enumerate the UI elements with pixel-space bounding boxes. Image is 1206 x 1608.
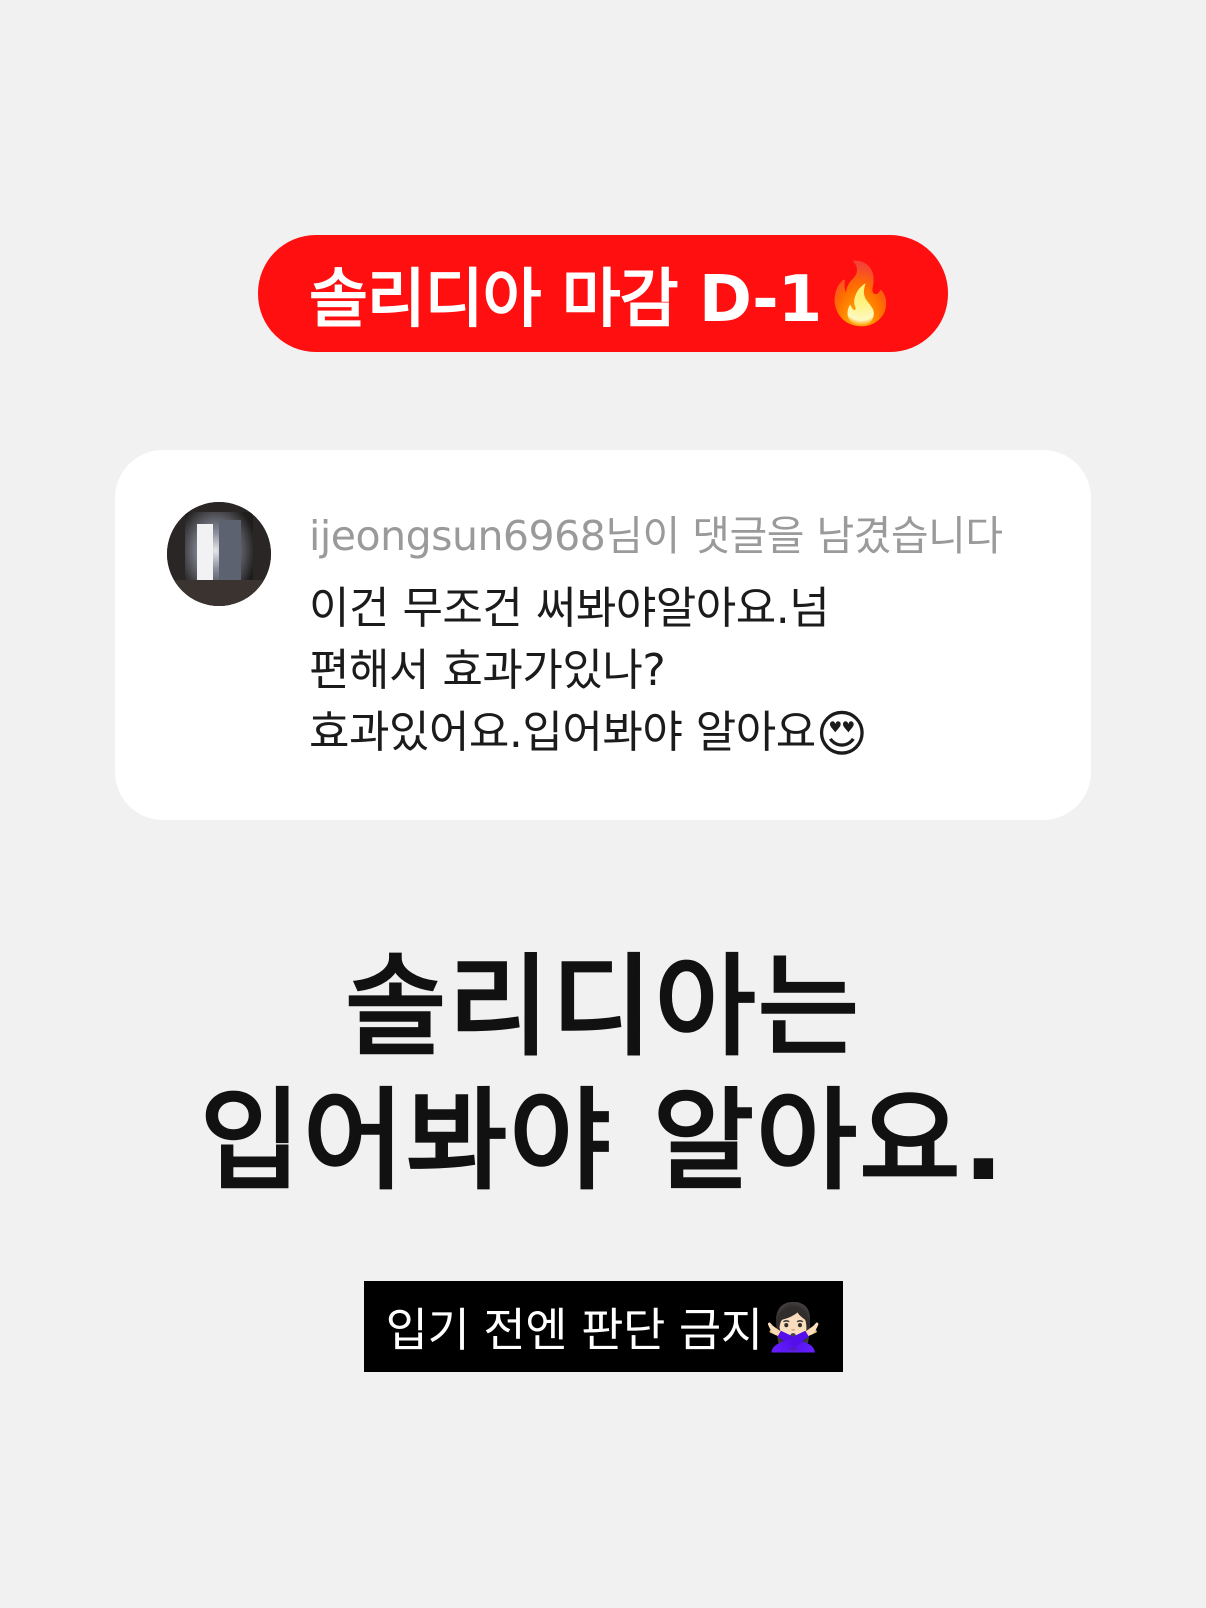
comment-line: 편해서 효과가있나?: [309, 645, 666, 696]
caption-text: 입기 전엔 판단 금지: [385, 1302, 763, 1357]
deadline-banner-text: 솔리디아 마감 D-1: [309, 262, 822, 337]
comment-body: 이건 무조건 써봐야알아요.넘 편해서 효과가있나? 효과있어요.입어봐야 알아…: [309, 578, 1069, 764]
heart-eyes-icon: 😍: [815, 705, 868, 763]
headline: 솔리디아는 입어봐야 알아요.: [0, 940, 1206, 1208]
avatar-photo-icon: [167, 502, 271, 606]
comment-card: ijeongsun6968님이 댓글을 남겼습니다 이건 무조건 써봐야알아요.…: [115, 450, 1091, 820]
comment-notice: ijeongsun6968님이 댓글을 남겼습니다: [309, 512, 1003, 560]
headline-line-1: 솔리디아는: [345, 943, 861, 1071]
avatar: [167, 502, 271, 606]
caption-box: 입기 전엔 판단 금지 🙅🏻‍♀️: [364, 1281, 843, 1372]
comment-line: 이건 무조건 써봐야알아요.넘: [309, 583, 830, 634]
headline-line-2: 입어봐야 알아요.: [199, 1077, 1007, 1205]
deadline-banner: 솔리디아 마감 D-1 🔥: [258, 235, 948, 352]
comment-line-last: 효과있어요.입어봐야 알아요😍: [309, 702, 1069, 764]
comment-line-text: 효과있어요.입어봐야 알아요: [309, 707, 816, 758]
no-gesture-icon: 🙅🏻‍♀️: [764, 1299, 822, 1354]
fire-icon: 🔥: [823, 258, 898, 329]
